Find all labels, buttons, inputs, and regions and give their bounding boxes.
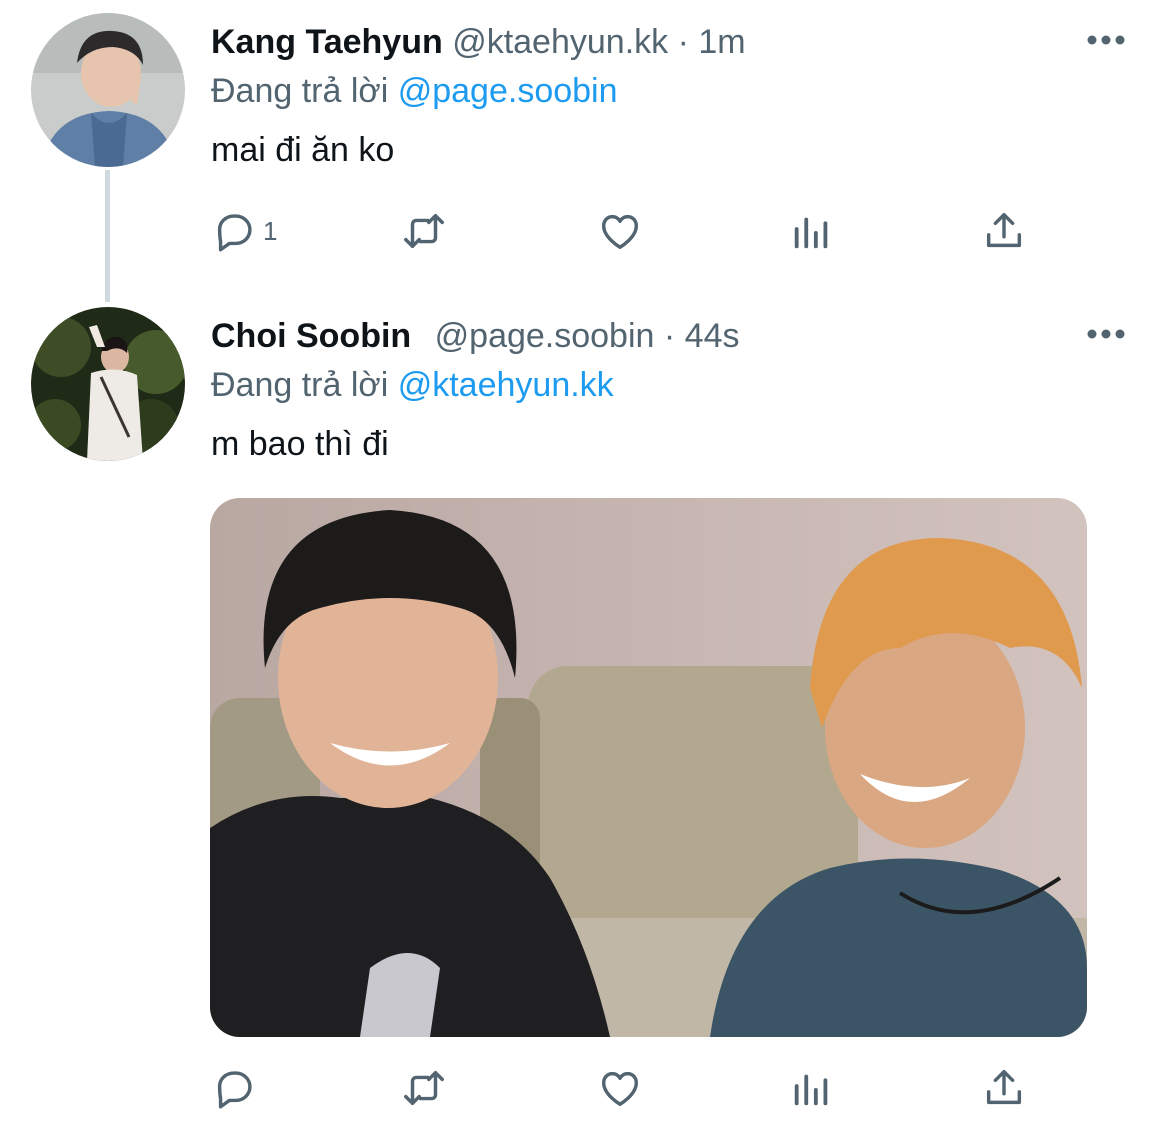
- retweet-icon: [404, 213, 444, 249]
- avatar[interactable]: [31, 13, 185, 167]
- tweet-header: Kang Taehyun @ktaehyun.kk · 1m: [211, 22, 746, 62]
- retweet-button[interactable]: [401, 1060, 447, 1116]
- analytics-icon: [794, 217, 828, 249]
- replying-to: Đang trả lời @ktaehyun.kk: [211, 365, 614, 405]
- action-bar: [211, 1060, 1071, 1116]
- reply-button[interactable]: [211, 1060, 263, 1116]
- like-icon: [601, 214, 639, 250]
- analytics-button[interactable]: [789, 1060, 835, 1116]
- share-icon: [986, 212, 1022, 248]
- share-button[interactable]: [981, 1060, 1027, 1116]
- share-icon: [986, 1069, 1022, 1105]
- thread-line: [105, 170, 110, 302]
- analytics-icon: [794, 1074, 828, 1106]
- user-handle[interactable]: @page.soobin: [435, 317, 655, 355]
- more-icon: [1087, 35, 1125, 45]
- avatar-photo: [31, 13, 185, 167]
- timestamp[interactable]: 1m: [698, 23, 745, 61]
- like-button[interactable]: [597, 1060, 643, 1116]
- reply-icon: [217, 214, 252, 252]
- retweet-icon: [404, 1070, 444, 1106]
- tweet-header: Choi Soobin @page.soobin · 44s: [211, 316, 740, 356]
- display-name[interactable]: Choi Soobin: [211, 317, 411, 355]
- avatar-photo: [31, 307, 185, 461]
- replying-to: Đang trả lời @page.soobin: [211, 71, 618, 111]
- reply-button[interactable]: 1: [211, 203, 277, 259]
- reply-prefix: Đang trả lời: [211, 366, 389, 404]
- tweet-text: mai đi ăn ko: [211, 131, 395, 169]
- more-button[interactable]: [1086, 30, 1126, 50]
- avatar[interactable]: [31, 307, 185, 461]
- photo-two-people-smiling: [210, 498, 1087, 1037]
- separator-dot: ·: [663, 317, 676, 355]
- user-handle[interactable]: @ktaehyun.kk: [452, 23, 668, 61]
- more-icon: [1087, 329, 1125, 339]
- retweet-button[interactable]: [401, 203, 447, 259]
- like-button[interactable]: [597, 203, 643, 259]
- reply-mention-link[interactable]: @page.soobin: [398, 72, 618, 110]
- more-button[interactable]: [1086, 324, 1126, 344]
- reply-prefix: Đang trả lời: [211, 72, 389, 110]
- reply-count: 1: [263, 215, 278, 246]
- display-name[interactable]: Kang Taehyun: [211, 23, 443, 61]
- timestamp[interactable]: 44s: [685, 317, 740, 355]
- reply-icon: [217, 1071, 252, 1109]
- like-icon: [601, 1071, 639, 1107]
- action-bar: 1: [211, 203, 1071, 259]
- reply-mention-link[interactable]: @ktaehyun.kk: [398, 366, 614, 404]
- share-button[interactable]: [981, 203, 1027, 259]
- tweet-text: m bao thì đi: [211, 425, 389, 463]
- analytics-button[interactable]: [789, 203, 835, 259]
- tweet-1[interactable]: Kang Taehyun @ktaehyun.kk · 1m Đang trả …: [0, 0, 1170, 302]
- tweet-media-photo[interactable]: [210, 498, 1087, 1037]
- separator-dot: ·: [677, 23, 689, 61]
